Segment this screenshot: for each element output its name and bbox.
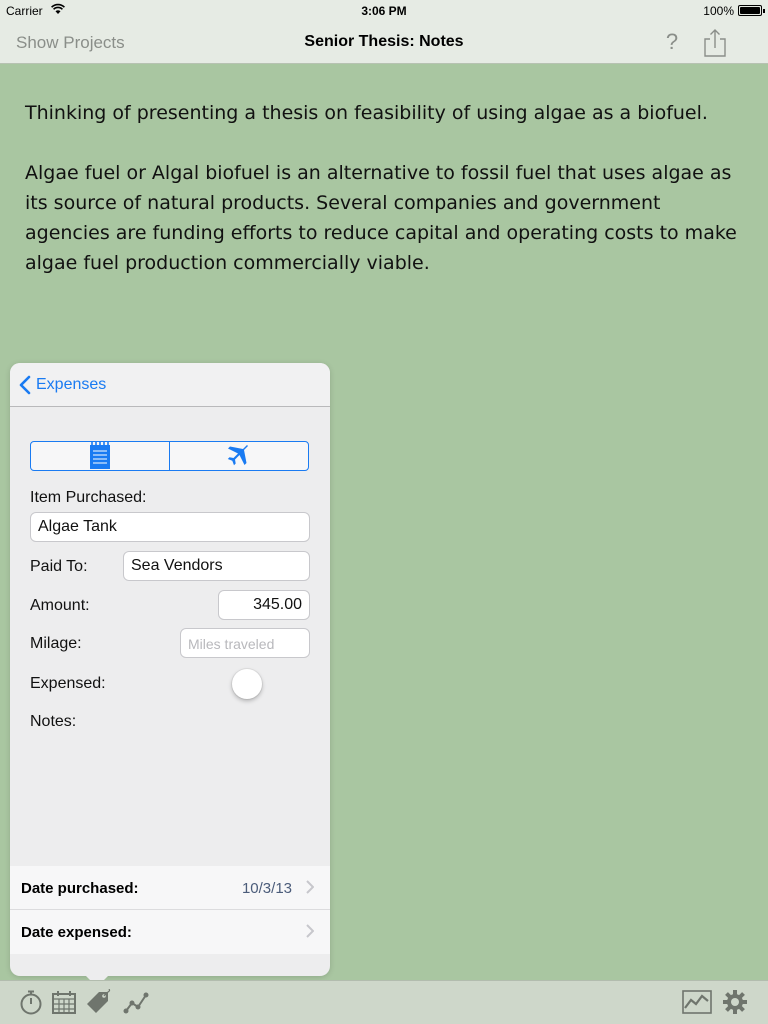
airplane-icon [227, 445, 248, 466]
stopwatch-icon[interactable] [18, 989, 44, 1015]
date-list: Date purchased: 10/3/13 Date expensed: [10, 866, 330, 954]
date-expensed-label: Date expensed: [21, 924, 132, 941]
battery-percent: 100% [703, 4, 734, 18]
amount-label: Amount: [30, 597, 90, 614]
milage-label: Milage: [30, 635, 82, 652]
item-purchased-field[interactable]: Algae Tank [30, 512, 310, 542]
share-icon[interactable] [700, 28, 730, 58]
note-paragraph: Algae fuel or Algal biofuel is an altern… [25, 162, 737, 274]
line-graph-icon[interactable] [123, 989, 149, 1015]
expensed-label: Expensed: [30, 675, 106, 692]
page-title: Senior Thesis: Notes [304, 33, 464, 50]
chevron-right-icon [306, 924, 314, 938]
navigation-bar: Show Projects Senior Thesis: Notes ? [0, 22, 768, 64]
expenses-back-label: Expenses [36, 376, 107, 393]
notes-label: Notes: [30, 713, 77, 730]
chevron-left-icon [19, 375, 31, 395]
help-button[interactable]: ? [662, 29, 682, 55]
note-paragraph: Thinking of presenting a thesis on feasi… [25, 102, 708, 124]
receipt-icon [90, 442, 110, 469]
expense-type-segmented-control[interactable] [30, 441, 309, 471]
status-time: 3:06 PM [361, 4, 407, 18]
status-bar: Carrier 3:06 PM 100% [0, 0, 768, 22]
note-text[interactable]: Thinking of presenting a thesis on feasi… [25, 98, 745, 308]
expenses-back-button[interactable]: Expenses [18, 375, 106, 395]
battery-icon [738, 5, 765, 16]
paid-to-field[interactable]: Sea Vendors [123, 551, 310, 581]
price-tag-icon[interactable] [85, 989, 111, 1015]
item-purchased-label: Item Purchased: [30, 489, 147, 506]
expensed-toggle[interactable] [232, 669, 262, 699]
milage-field[interactable]: Miles traveled [180, 628, 310, 658]
date-purchased-label: Date purchased: [21, 880, 139, 897]
amount-field[interactable]: 345.00 [218, 590, 310, 620]
bottom-toolbar [0, 980, 768, 1024]
popover-header: Expenses [10, 363, 330, 407]
gear-icon[interactable] [722, 989, 748, 1015]
date-purchased-value: 10/3/13 [241, 880, 292, 897]
date-purchased-row[interactable]: Date purchased: 10/3/13 [10, 866, 330, 910]
expense-popover: Expenses Item Purchased: Algae Tank Paid… [10, 363, 330, 976]
chart-icon[interactable] [682, 989, 712, 1015]
paid-to-label: Paid To: [30, 558, 88, 575]
segment-travel[interactable] [169, 442, 308, 470]
chevron-right-icon [306, 880, 314, 894]
segment-receipt[interactable] [31, 442, 169, 470]
calendar-icon[interactable] [51, 989, 77, 1015]
date-expensed-row[interactable]: Date expensed: [10, 910, 330, 954]
